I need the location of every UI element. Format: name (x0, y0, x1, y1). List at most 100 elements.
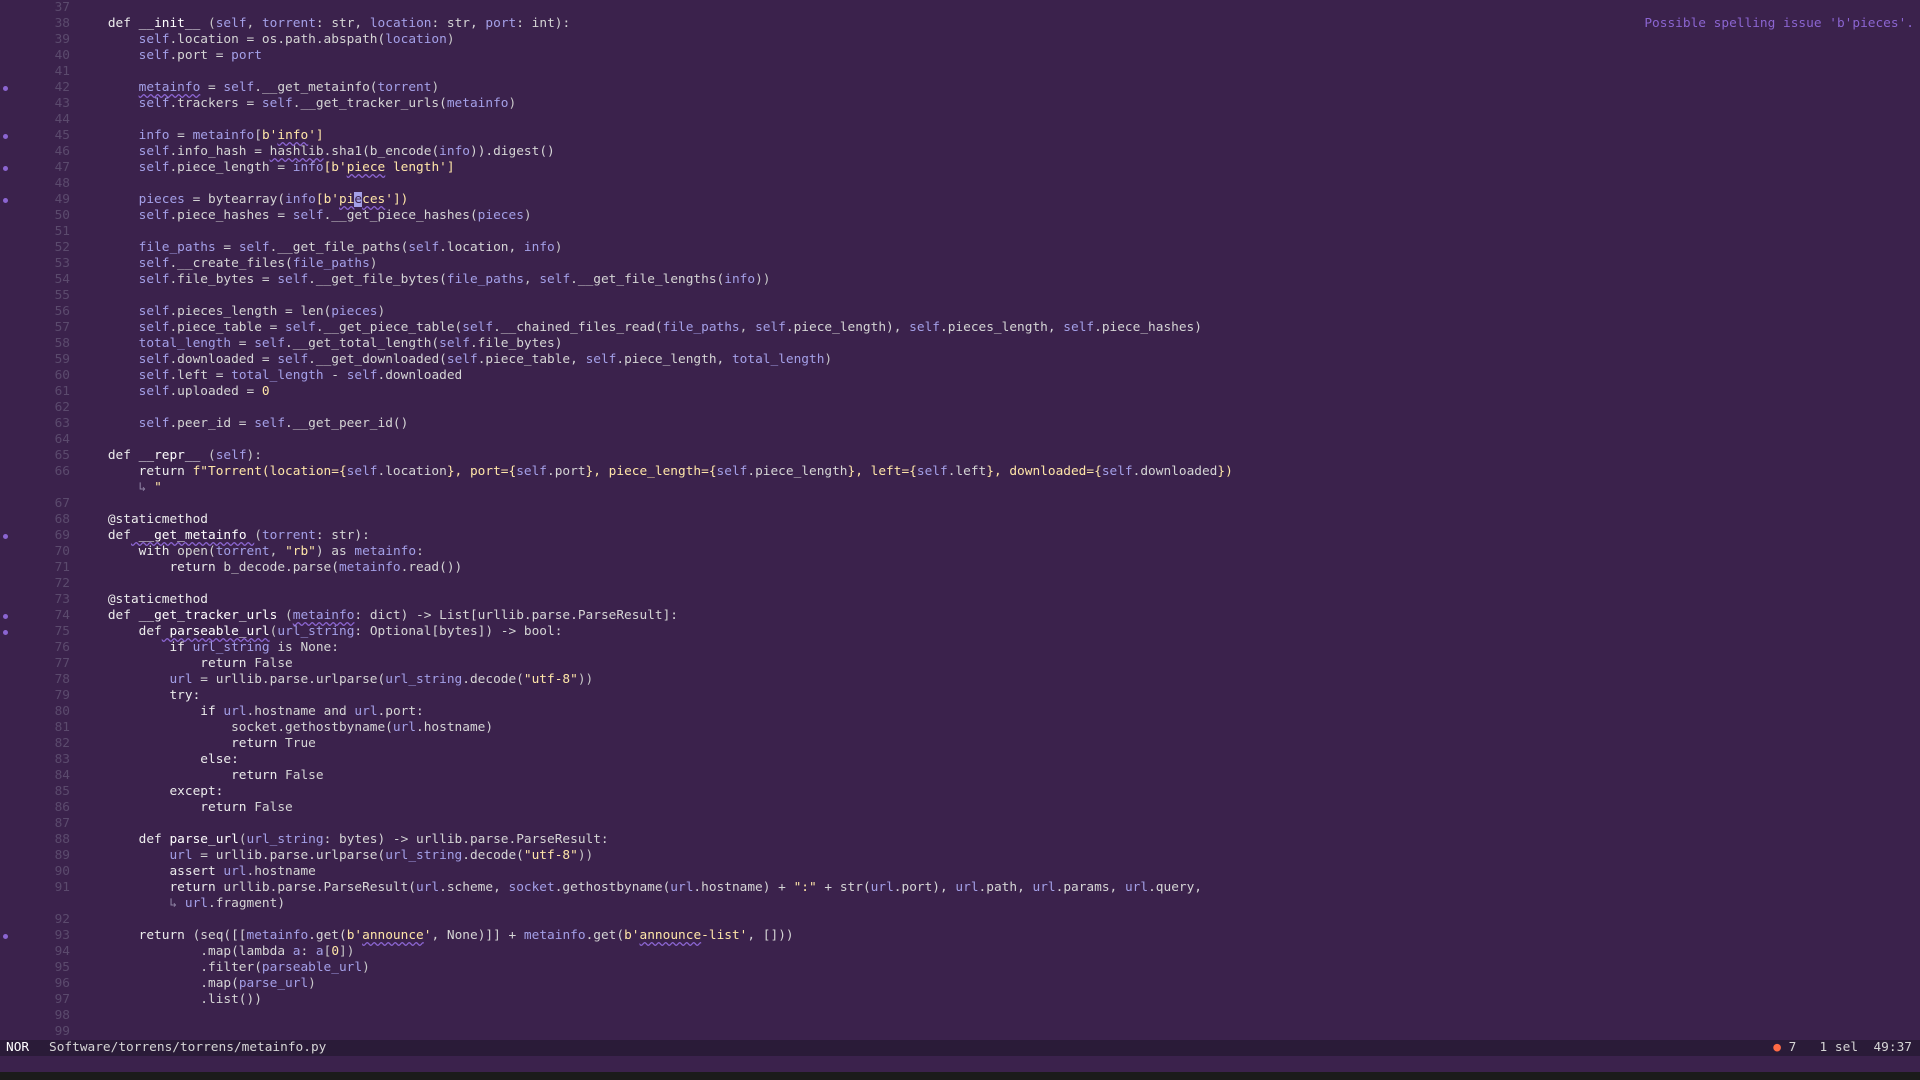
code-line[interactable]: 73 @staticmethod (0, 592, 1920, 608)
code-line[interactable]: 44 (0, 112, 1920, 128)
code-line[interactable]: 62 (0, 400, 1920, 416)
code-line[interactable]: 69 def __get_metainfo (torrent: str): (0, 528, 1920, 544)
code-line[interactable]: 93 return (seq([[metainfo.get(b'announce… (0, 928, 1920, 944)
code-line[interactable]: 49 pieces = bytearray(info[b'pieces']) (0, 192, 1920, 208)
code-text[interactable]: if url_string is None: (77, 640, 339, 656)
code-line[interactable]: 99 (0, 1024, 1920, 1040)
code-line[interactable]: 86 return False (0, 800, 1920, 816)
code-line[interactable]: 81 socket.gethostbyname(url.hostname) (0, 720, 1920, 736)
code-line[interactable]: 66 return f"Torrent(location={self.locat… (0, 464, 1920, 480)
code-text[interactable]: self.left = total_length - self.download… (77, 368, 463, 384)
code-text[interactable]: def __get_metainfo (torrent: str): (77, 528, 370, 544)
code-text[interactable]: self.piece_length = info[b'piece length'… (77, 160, 455, 176)
code-line[interactable]: 89 url = urllib.parse.urlparse(url_strin… (0, 848, 1920, 864)
code-text[interactable]: self.file_bytes = self.__get_file_bytes(… (77, 272, 771, 288)
code-text[interactable]: if url.hostname and url.port: (77, 704, 423, 720)
code-text[interactable]: @staticmethod (77, 512, 208, 528)
code-line[interactable]: 92 (0, 912, 1920, 928)
code-text[interactable]: return True (77, 736, 316, 752)
diagnostic-dot-icon[interactable] (3, 134, 8, 139)
code-line[interactable]: 80 if url.hostname and url.port: (0, 704, 1920, 720)
code-line[interactable]: 39 self.location = os.path.abspath(locat… (0, 32, 1920, 48)
code-text[interactable]: self.piece_hashes = self.__get_piece_has… (77, 208, 532, 224)
diagnostic-dot-icon[interactable] (3, 534, 8, 539)
code-text[interactable]: .map(lambda a: a[0]) (77, 944, 354, 960)
code-text[interactable]: self.__create_files(file_paths) (77, 256, 378, 272)
code-line[interactable]: 87 (0, 816, 1920, 832)
code-line[interactable]: 98 (0, 1008, 1920, 1024)
code-text[interactable]: self.info_hash = hashlib.sha1(b_encode(i… (77, 144, 555, 160)
code-line[interactable]: 46 self.info_hash = hashlib.sha1(b_encod… (0, 144, 1920, 160)
code-text[interactable]: self.piece_table = self.__get_piece_tabl… (77, 320, 1202, 336)
code-line[interactable]: 76 if url_string is None: (0, 640, 1920, 656)
code-line[interactable]: 96 .map(parse_url) (0, 976, 1920, 992)
code-line[interactable]: 83 else: (0, 752, 1920, 768)
code-line[interactable]: 65 def __repr__ (self): (0, 448, 1920, 464)
code-line[interactable]: 90 assert url.hostname (0, 864, 1920, 880)
code-line[interactable]: 40 self.port = port (0, 48, 1920, 64)
code-text[interactable]: except: (77, 784, 223, 800)
code-line[interactable]: 43 self.trackers = self.__get_tracker_ur… (0, 96, 1920, 112)
code-line[interactable]: 67 (0, 496, 1920, 512)
code-line[interactable]: 50 self.piece_hashes = self.__get_piece_… (0, 208, 1920, 224)
code-text[interactable]: pieces = bytearray(info[b'pieces']) (77, 192, 408, 208)
code-text[interactable]: socket.gethostbyname(url.hostname) (77, 720, 493, 736)
code-line[interactable]: ↳ " (0, 480, 1920, 496)
diagnostic-dot-icon[interactable] (3, 198, 8, 203)
code-text[interactable]: self.port = port (77, 48, 262, 64)
code-line[interactable]: 74 def __get_tracker_urls (metainfo: dic… (0, 608, 1920, 624)
code-line[interactable]: 41 (0, 64, 1920, 80)
code-line[interactable]: 53 self.__create_files(file_paths) (0, 256, 1920, 272)
code-line[interactable]: 55 (0, 288, 1920, 304)
code-text[interactable]: self.downloaded = self.__get_downloaded(… (77, 352, 833, 368)
diagnostic-dot-icon[interactable] (3, 934, 8, 939)
code-line[interactable]: ↳ url.fragment) (0, 896, 1920, 912)
code-text[interactable]: return b_decode.parse(metainfo.read()) (77, 560, 462, 576)
code-line[interactable]: 97 .list()) (0, 992, 1920, 1008)
code-line[interactable]: 42 metainfo = self.__get_metainfo(torren… (0, 80, 1920, 96)
code-text[interactable]: with open(torrent, "rb") as metainfo: (77, 544, 424, 560)
code-text[interactable]: total_length = self.__get_total_length(s… (77, 336, 563, 352)
code-line[interactable]: 72 (0, 576, 1920, 592)
code-line[interactable]: 88 def parse_url(url_string: bytes) -> u… (0, 832, 1920, 848)
code-editor[interactable]: 37 38 def __init__ (self, torrent: str, l… (0, 0, 1920, 1080)
code-text[interactable]: self.location = os.path.abspath(location… (77, 32, 455, 48)
code-line[interactable]: 75 def parseable_url(url_string: Optiona… (0, 624, 1920, 640)
code-line[interactable]: 59 self.downloaded = self.__get_download… (0, 352, 1920, 368)
code-text[interactable]: ↳ url.fragment) (77, 896, 285, 912)
code-text[interactable]: url = urllib.parse.urlparse(url_string.d… (77, 672, 593, 688)
code-text[interactable]: @staticmethod (77, 592, 208, 608)
code-line[interactable]: 60 self.left = total_length - self.downl… (0, 368, 1920, 384)
command-line[interactable] (0, 1056, 1920, 1072)
code-text[interactable]: return f"Torrent(location={self.location… (77, 464, 1233, 480)
code-text[interactable]: self.trackers = self.__get_tracker_urls(… (77, 96, 517, 112)
code-text[interactable]: def parse_url(url_string: bytes) -> urll… (77, 832, 609, 848)
code-text[interactable]: metainfo = self.__get_metainfo(torrent) (77, 80, 440, 96)
code-text[interactable]: self.uploaded = 0 (77, 384, 270, 400)
code-text[interactable]: return (seq([[metainfo.get(b'announce', … (77, 928, 794, 944)
code-text[interactable]: return urllib.parse.ParseResult(url.sche… (77, 880, 1202, 896)
code-line[interactable]: 82 return True (0, 736, 1920, 752)
code-line[interactable]: 54 self.file_bytes = self.__get_file_byt… (0, 272, 1920, 288)
code-text[interactable]: url = urllib.parse.urlparse(url_string.d… (77, 848, 593, 864)
code-text[interactable]: .map(parse_url) (77, 976, 316, 992)
code-line[interactable]: 45 info = metainfo[b'info'] (0, 128, 1920, 144)
code-text[interactable]: return False (77, 768, 323, 784)
code-text[interactable]: try: (77, 688, 200, 704)
code-text[interactable]: info = metainfo[b'info'] (77, 128, 324, 144)
code-line[interactable]: 95 .filter(parseable_url) (0, 960, 1920, 976)
code-line[interactable]: 48 (0, 176, 1920, 192)
diagnostic-dot-icon[interactable] (3, 86, 8, 91)
code-line[interactable]: 77 return False (0, 656, 1920, 672)
code-text[interactable]: return False (77, 656, 292, 672)
code-text[interactable]: def parseable_url(url_string: Optional[b… (77, 624, 563, 640)
code-text[interactable]: else: (77, 752, 239, 768)
code-line[interactable]: 56 self.pieces_length = len(pieces) (0, 304, 1920, 320)
code-line[interactable]: 94 .map(lambda a: a[0]) (0, 944, 1920, 960)
code-text[interactable]: self.peer_id = self.__get_peer_id() (77, 416, 409, 432)
code-line[interactable]: 51 (0, 224, 1920, 240)
code-line[interactable]: 64 (0, 432, 1920, 448)
code-line[interactable]: 38 def __init__ (self, torrent: str, loc… (0, 16, 1920, 32)
code-text[interactable]: def __get_tracker_urls (metainfo: dict) … (77, 608, 678, 624)
code-text[interactable]: return False (77, 800, 292, 816)
